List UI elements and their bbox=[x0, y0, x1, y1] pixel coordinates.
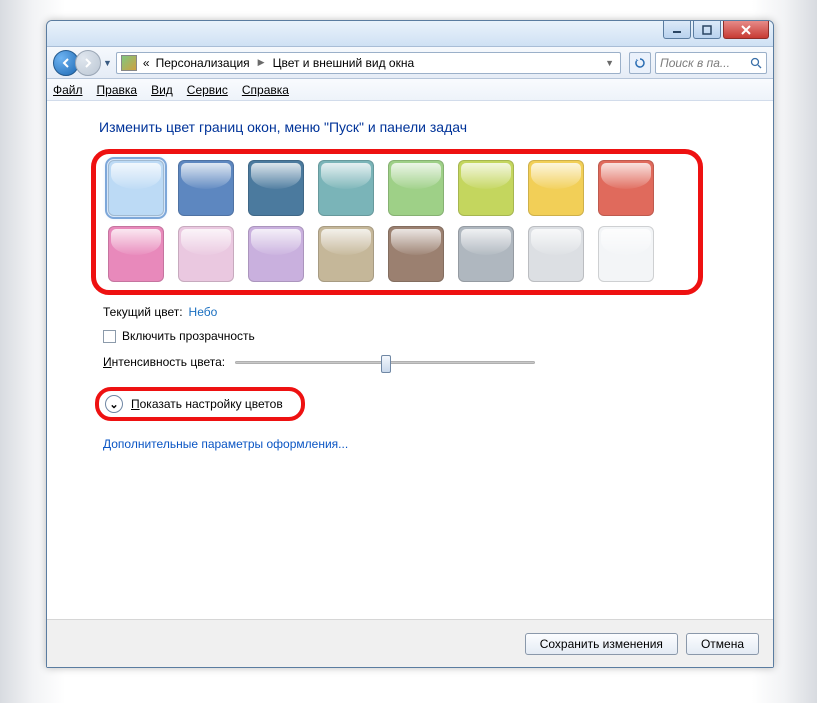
intensity-label: Интенсивность цвета: bbox=[103, 355, 225, 369]
menu-file[interactable]: Файл bbox=[53, 83, 83, 97]
color-swatch[interactable] bbox=[598, 226, 654, 282]
breadcrumb-parent[interactable]: Персонализация bbox=[156, 56, 250, 70]
content-area: Изменить цвет границ окон, меню "Пуск" и… bbox=[47, 101, 773, 619]
intensity-slider[interactable] bbox=[235, 361, 535, 364]
intensity-slider-thumb[interactable] bbox=[381, 355, 391, 373]
color-swatch[interactable] bbox=[388, 160, 444, 216]
address-bar[interactable]: « Персонализация ▶ Цвет и внешний вид ок… bbox=[116, 52, 621, 74]
color-swatch[interactable] bbox=[318, 226, 374, 282]
color-swatch[interactable] bbox=[178, 160, 234, 216]
menu-help[interactable]: Справка bbox=[242, 83, 289, 97]
dialog-footer: Сохранить изменения Отмена bbox=[47, 619, 773, 667]
color-swatch[interactable] bbox=[248, 160, 304, 216]
color-swatch[interactable] bbox=[248, 226, 304, 282]
save-button[interactable]: Сохранить изменения bbox=[525, 633, 678, 655]
current-color-label: Текущий цвет: bbox=[103, 305, 183, 319]
address-dropdown-icon[interactable]: ▼ bbox=[605, 58, 614, 68]
refresh-button[interactable] bbox=[629, 52, 651, 74]
titlebar bbox=[47, 21, 773, 47]
menu-tools[interactable]: Сервис bbox=[187, 83, 228, 97]
menu-view[interactable]: Вид bbox=[151, 83, 173, 97]
color-swatch[interactable] bbox=[528, 226, 584, 282]
color-swatch[interactable] bbox=[388, 226, 444, 282]
color-swatch-grid bbox=[91, 149, 703, 295]
transparency-checkbox[interactable] bbox=[103, 330, 116, 343]
nav-bar: ▼ « Персонализация ▶ Цвет и внешний вид … bbox=[47, 47, 773, 79]
show-color-mixer[interactable]: ⌄ Показать настройку цветов bbox=[95, 387, 305, 421]
color-swatch[interactable] bbox=[318, 160, 374, 216]
breadcrumb-prefix: « bbox=[143, 56, 150, 70]
nav-history-dropdown[interactable]: ▼ bbox=[103, 58, 112, 68]
color-swatch[interactable] bbox=[458, 226, 514, 282]
nav-forward-button[interactable] bbox=[75, 50, 101, 76]
search-input[interactable]: Поиск в па... bbox=[655, 52, 767, 74]
close-button[interactable] bbox=[723, 21, 769, 39]
chevron-down-icon: ⌄ bbox=[105, 395, 123, 413]
color-swatch[interactable] bbox=[528, 160, 584, 216]
menu-edit[interactable]: Правка bbox=[97, 83, 138, 97]
color-swatch[interactable] bbox=[178, 226, 234, 282]
menu-bar: Файл Правка Вид Сервис Справка bbox=[47, 79, 773, 101]
search-icon bbox=[750, 57, 762, 69]
chevron-right-icon[interactable]: ▶ bbox=[258, 57, 265, 68]
cancel-button[interactable]: Отмена bbox=[686, 633, 759, 655]
color-swatch[interactable] bbox=[108, 226, 164, 282]
minimize-button[interactable] bbox=[663, 21, 691, 39]
search-placeholder: Поиск в па... bbox=[660, 56, 746, 70]
transparency-label: Включить прозрачность bbox=[122, 329, 255, 343]
breadcrumb-current[interactable]: Цвет и внешний вид окна bbox=[273, 56, 415, 70]
current-color-value: Небо bbox=[189, 305, 218, 319]
page-title: Изменить цвет границ окон, меню "Пуск" и… bbox=[99, 119, 749, 135]
color-swatch[interactable] bbox=[108, 160, 164, 216]
color-swatch[interactable] bbox=[458, 160, 514, 216]
control-panel-icon bbox=[121, 55, 137, 71]
color-swatch[interactable] bbox=[598, 160, 654, 216]
maximize-button[interactable] bbox=[693, 21, 721, 39]
advanced-appearance-link[interactable]: Дополнительные параметры оформления... bbox=[103, 437, 749, 451]
window-frame: ▼ « Персонализация ▶ Цвет и внешний вид … bbox=[46, 20, 774, 668]
